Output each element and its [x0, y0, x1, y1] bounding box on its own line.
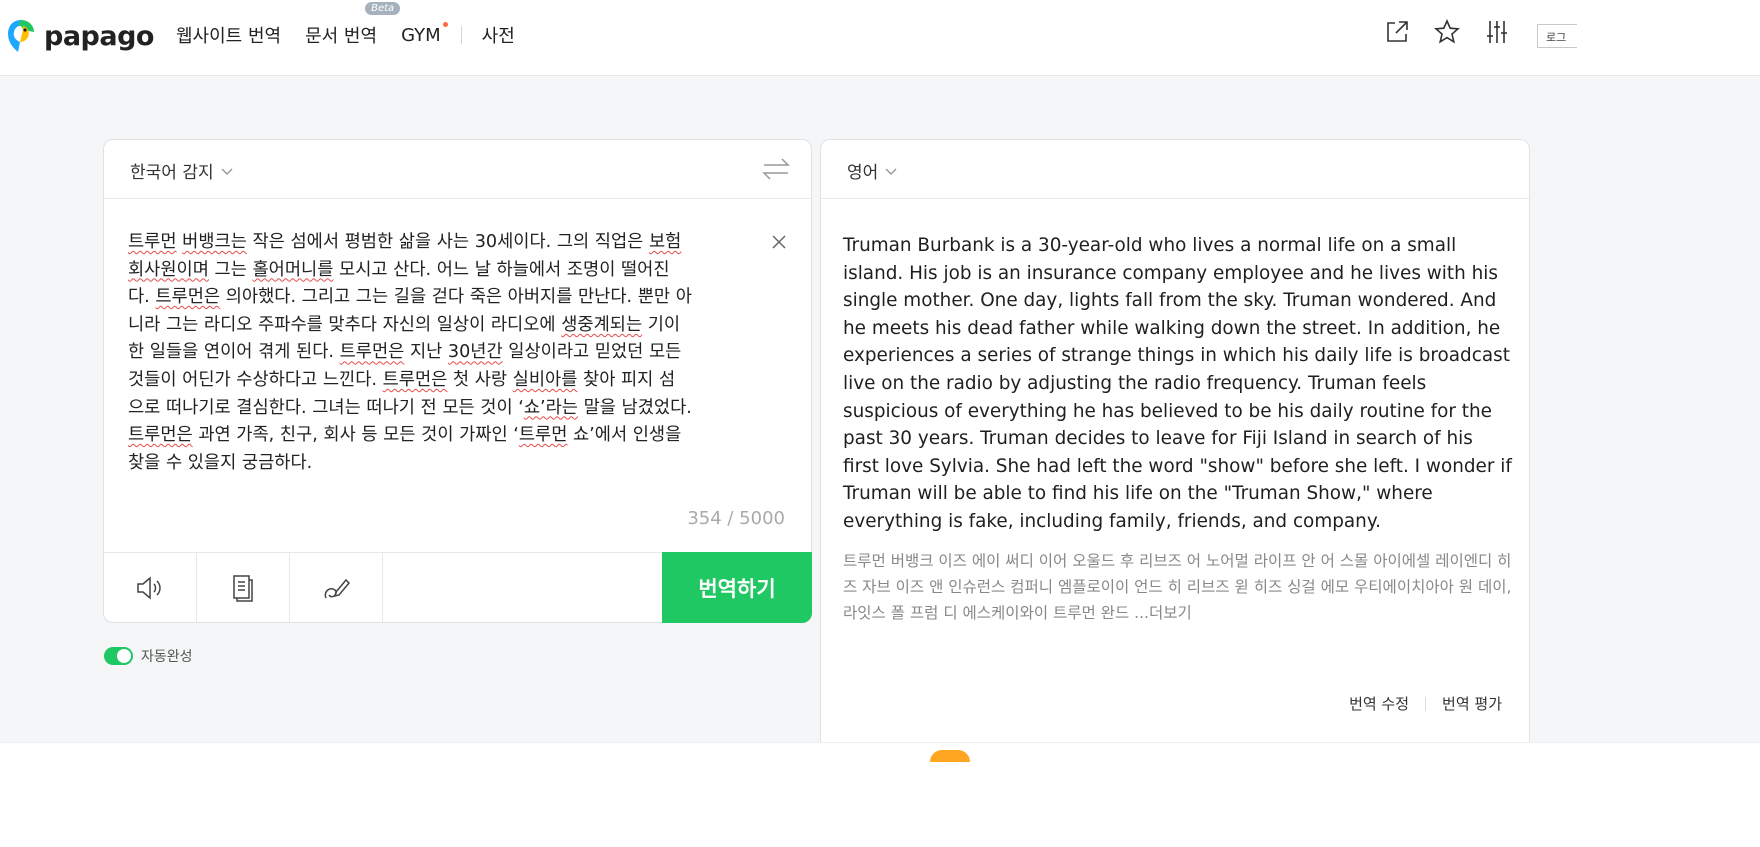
target-panel: 영어 Truman Burbank is a 30-year-old who l… — [820, 139, 1530, 759]
nav-website-translate[interactable]: 웹사이트 번역 — [176, 22, 281, 48]
source-text-segment: 찾을 수 있을지 궁금하다. — [128, 452, 313, 473]
speaker-icon — [137, 575, 161, 600]
papago-logo[interactable]: papago — [6, 16, 154, 56]
spellcheck-word: 트루먼은 — [339, 342, 405, 363]
source-text-segment: 작은 섬에서 평범한 삶을 사는 30세이다. 그의 직업은 — [246, 232, 649, 252]
listen-button[interactable] — [104, 553, 197, 622]
target-panel-header: 영어 — [821, 140, 1529, 199]
source-text-segment: 말을 남겼었다. — [578, 397, 692, 418]
nav-divider — [460, 26, 462, 44]
source-text-area[interactable]: 트루먼 버뱅크는 작은 섬에서 평범한 삶을 사는 30세이다. 그의 직업은 … — [128, 229, 768, 477]
header-actions — [1383, 18, 1511, 46]
source-text-segment: 기이 — [642, 314, 681, 335]
source-text-segment: 으로 떠나기로 결심한다. 그녀는 떠나기 전 모든 것이 ‘ — [128, 397, 524, 418]
source-text-line: 니라 그는 라디오 주파수를 맞추다 자신의 일상이 라디오에 생중계되는 기이 — [128, 312, 768, 340]
nav-document-translate[interactable]: 문서 번역 Beta — [305, 2, 401, 48]
target-text-area: Truman Burbank is a 30-year-old who live… — [843, 232, 1513, 626]
more-link[interactable]: 더보기 — [1149, 604, 1192, 622]
papago-parrot-icon — [8, 20, 34, 52]
source-text-line: 트루먼 버뱅크는 작은 섬에서 평범한 삶을 사는 30세이다. 그의 직업은 … — [128, 229, 768, 257]
nav-document-label: 문서 번역 — [305, 26, 378, 47]
source-text-segment: 첫 사랑 — [447, 369, 513, 390]
rate-translation-button[interactable]: 번역 평가 — [1442, 693, 1502, 714]
spellcheck-word: 트루먼은 — [155, 287, 221, 308]
spellcheck-word: 회사원이며 — [128, 259, 209, 280]
nav-gym[interactable]: GYM — [401, 21, 448, 46]
source-text-segment: 지난 — [404, 342, 448, 363]
source-text-line: 한 일들을 연이어 겪게 된다. 트루먼은 지난 30년간 일상이라고 믿었던 … — [128, 339, 768, 367]
source-text-segment: 그는 — [208, 259, 253, 280]
source-panel: 한국어 감지 트루먼 버뱅크는 작은 섬에서 평범한 삶을 사는 30세이다. … — [103, 139, 812, 623]
source-text-segment: 쇼’에서 인생을 — [567, 425, 682, 446]
source-text-segment: 한 일들을 연이어 겪게 된다. — [128, 342, 340, 363]
copy-button[interactable] — [197, 553, 290, 622]
source-panel-header: 한국어 감지 — [104, 140, 811, 199]
close-icon[interactable] — [769, 232, 789, 252]
source-text-segment: 다. — [128, 287, 156, 308]
source-text-line: 것들이 어딘가 수상하다고 느낀다. 트루먼은 첫 사랑 실비아를 찾아 피지 … — [128, 367, 768, 395]
spellcheck-word: 실비아를 — [512, 369, 578, 390]
chevron-down-icon — [221, 168, 233, 175]
source-text-line: 찾을 수 있을지 궁금하다. — [128, 450, 768, 478]
spellcheck-word: 트루먼은 — [382, 369, 448, 390]
translate-button[interactable]: 번역하기 — [662, 552, 812, 623]
target-language-label: 영어 — [847, 163, 879, 183]
source-text-segment: 것들이 어딘가 수상하다고 느낀다. — [128, 369, 383, 390]
source-text-segment: 니라 그는 라디오 주파수를 맞추다 자신의 일상이 라디오에 — [128, 314, 562, 335]
spellcheck-word: 트루먼은 — [128, 425, 193, 446]
bottom-area — [0, 742, 1760, 847]
source-text-line: 트루먼은 과연 가족, 친구, 회사 등 모든 것이 가짜인 ‘트루먼 쇼’에서… — [128, 422, 768, 450]
source-text-line: 으로 떠나기로 결심한다. 그녀는 떠나기 전 모든 것이 ‘쇼’라는 말을 남… — [128, 395, 768, 423]
login-button[interactable]: 로그 — [1537, 24, 1577, 48]
main-nav: 웹사이트 번역 문서 번역 Beta GYM 사전 — [176, 0, 539, 70]
source-language-label: 한국어 감지 — [130, 163, 214, 183]
pronunciation-text: 트루먼 버뱅크 이즈 에이 써디 이어 오울드 후 리브즈 어 노어멀 라이프 … — [843, 548, 1513, 626]
spellcheck-word: 트루먼 — [128, 232, 177, 252]
autocomplete-label: 자동완성 — [141, 649, 193, 665]
autocomplete-switch[interactable] — [104, 647, 133, 665]
target-actions: 번역 수정 번역 평가 — [1349, 693, 1502, 714]
star-icon[interactable] — [1433, 18, 1461, 46]
logo-text: papago — [44, 20, 154, 52]
spellcheck-word: 홀어머니를 — [252, 259, 334, 280]
source-language-select[interactable]: 한국어 감지 — [130, 158, 234, 183]
handwriting-icon — [324, 578, 351, 598]
spellcheck-word: 30년간 — [447, 342, 503, 363]
top-header: papago 웹사이트 번역 문서 번역 Beta GYM 사전 로그 — [0, 0, 1760, 76]
source-text-line: 회사원이며 그는 홀어머니를 모시고 산다. 어느 날 하늘에서 조명이 떨어진 — [128, 257, 768, 285]
char-count: 354 / 5000 — [687, 508, 785, 529]
new-dot — [442, 21, 448, 27]
edit-translation-button[interactable]: 번역 수정 — [1349, 693, 1409, 714]
source-text-segment: 모시고 산다. 어느 날 하늘에서 조명이 떨어진 — [333, 259, 670, 280]
beta-badge: Beta — [365, 2, 401, 15]
translated-text: Truman Burbank is a 30-year-old who live… — [843, 235, 1512, 532]
source-text-segment: 과연 가족, 친구, 회사 등 모든 것이 가짜인 ‘ — [192, 425, 519, 446]
document-icon — [233, 574, 253, 602]
share-icon[interactable] — [1383, 18, 1411, 46]
action-divider — [1425, 696, 1427, 711]
nav-gym-label: GYM — [401, 24, 441, 46]
source-text-line: 다. 트루먼은 의아했다. 그리고 그는 길을 걷다 죽은 아버지를 만난다. … — [128, 284, 768, 312]
nav-dictionary[interactable]: 사전 — [482, 22, 515, 48]
source-text-segment: 의아했다. 그리고 그는 길을 걷다 죽은 아버지를 만난다. 뿐만 아 — [220, 287, 692, 308]
target-language-select[interactable]: 영어 — [847, 158, 898, 183]
spellcheck-word: 보험 — [648, 232, 682, 252]
autocomplete-toggle[interactable]: 자동완성 — [104, 646, 193, 666]
source-text-segment: 일상이라고 믿었던 모든 — [502, 342, 682, 363]
bottom-partial-graphic — [930, 750, 970, 762]
source-text[interactable]: 트루먼 버뱅크는 작은 섬에서 평범한 삶을 사는 30세이다. 그의 직업은 … — [128, 229, 768, 477]
spellcheck-word: 트루먼 — [518, 425, 568, 446]
source-text-segment: 찾아 피지 섬 — [577, 369, 676, 390]
spellcheck-word: 쇼’라는 — [523, 397, 578, 418]
spellcheck-word: 생중계되는 — [561, 314, 643, 335]
settings-sliders-icon[interactable] — [1483, 18, 1511, 46]
chevron-down-icon — [885, 168, 897, 175]
swap-icon[interactable] — [761, 154, 791, 184]
spellcheck-word: 버뱅크는 — [182, 232, 247, 252]
handwriting-button[interactable] — [290, 553, 383, 622]
